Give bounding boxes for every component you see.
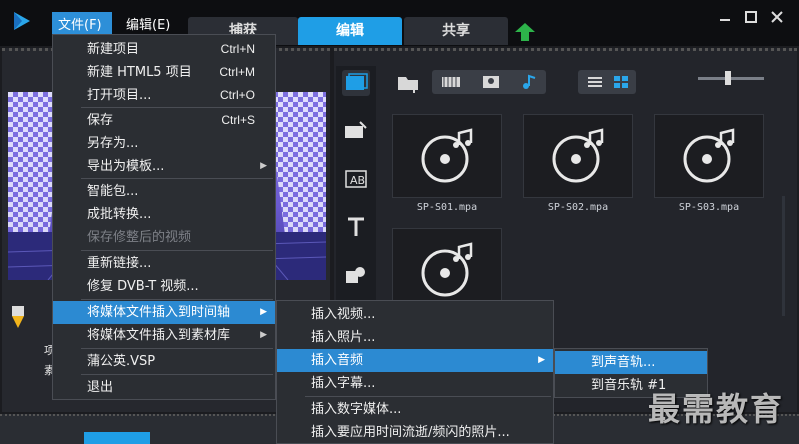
menu-item-batch-convert[interactable]: 成批转换... [53, 203, 275, 226]
menu-item-open-project[interactable]: 打开项目... Ctrl+O [53, 84, 275, 107]
close-icon[interactable] [770, 10, 784, 24]
audio-clip-icon [683, 128, 735, 183]
menu-item-insert-video[interactable]: 插入视频... [277, 303, 553, 326]
media-library-icon[interactable] [342, 70, 370, 96]
file-menu: 新建项目 Ctrl+N 新建 HTML5 项目 Ctrl+M 打开项目... Ctrl… [52, 34, 276, 400]
menu-item-exit[interactable]: 退出 [53, 376, 275, 399]
menu-separator [81, 374, 273, 375]
library-clip[interactable] [392, 114, 502, 198]
menu-item-save-as[interactable]: 另存为... [53, 132, 275, 155]
show-photo-icon[interactable] [478, 72, 504, 92]
clip-label: SP-S03.mpa [678, 202, 740, 213]
graphics-icon[interactable] [342, 262, 370, 288]
menu-item-insert-to-timeline[interactable]: 将媒体文件插入到时间轴 ▶ [53, 301, 275, 324]
menu-item-insert-audio[interactable]: 插入音频 ▶ [277, 349, 553, 372]
menu-item-smart-package[interactable]: 智能包... [53, 180, 275, 203]
menu-separator [305, 396, 551, 397]
menu-item-new-html5-project[interactable]: 新建 HTML5 项目 Ctrl+M [53, 61, 275, 84]
svg-text:AB: AB [350, 174, 365, 187]
insert-timeline-submenu: 插入视频... 插入照片... 插入音频 ▶ 插入字幕... 插入数字媒体... … [276, 300, 554, 444]
menu-item-recent-project[interactable]: 蒲公英.VSP [53, 350, 275, 373]
minimize-icon[interactable] [718, 10, 732, 24]
timeline-view-button[interactable] [84, 432, 150, 444]
clip-label: SP-S01.mpa [416, 202, 478, 213]
tab-edit[interactable]: 编辑 [298, 17, 402, 45]
add-folder-icon[interactable] [396, 72, 422, 94]
clip-label: SP-S02.mpa [547, 202, 609, 213]
menu-item-new-project[interactable]: 新建项目 Ctrl+N [53, 38, 275, 61]
audio-clip-icon [552, 128, 604, 183]
tab-share[interactable]: 共享 [404, 17, 508, 45]
list-view-icon[interactable] [582, 72, 608, 92]
thumbnail-size-slider[interactable] [698, 77, 764, 80]
menu-edit[interactable]: 编辑(E) [120, 12, 180, 34]
menu-item-to-voice-track[interactable]: 到声音轨... [555, 351, 707, 374]
library-clip[interactable] [523, 114, 633, 198]
menu-separator [81, 348, 273, 349]
menu-separator [81, 107, 273, 108]
menu-item-insert-to-library[interactable]: 将媒体文件插入到素材库 ▶ [53, 324, 275, 347]
thumbnail-view-icon[interactable] [608, 72, 634, 92]
maximize-icon[interactable] [744, 10, 758, 24]
corel-play-icon [14, 12, 30, 30]
show-video-icon[interactable] [438, 72, 464, 92]
audio-clip-icon [421, 128, 473, 183]
menu-item-save[interactable]: 保存 Ctrl+S [53, 109, 275, 132]
transition-icon[interactable]: AB [342, 166, 370, 192]
menu-file[interactable]: 文件(F) [52, 12, 112, 34]
menu-separator [81, 178, 273, 179]
menu-item-insert-time-lapse-photo[interactable]: 插入要应用时间流逝/频闪的照片... [277, 421, 553, 444]
menu-item-repair-dvbt[interactable]: 修复 DVB-T 视频... [53, 275, 275, 298]
menu-separator [81, 250, 273, 251]
menu-item-insert-photo[interactable]: 插入照片... [277, 326, 553, 349]
menu-separator [81, 299, 273, 300]
slider-handle[interactable] [725, 71, 731, 85]
title-icon[interactable] [342, 214, 370, 240]
menu-item-insert-digital-media[interactable]: 插入数字媒体... [277, 398, 553, 421]
menu-item-relink[interactable]: 重新链接... [53, 252, 275, 275]
upload-arrow-icon[interactable] [514, 22, 536, 42]
menu-item-save-trimmed-video: 保存修整后的视频 [87, 230, 192, 245]
library-clip[interactable] [654, 114, 764, 198]
menu-item-export-template[interactable]: 导出为模板... ▶ [53, 155, 275, 178]
trim-marker-icon[interactable] [10, 306, 26, 336]
instant-project-icon[interactable] [342, 118, 370, 144]
show-audio-icon[interactable] [516, 72, 542, 92]
watermark: 最需教育 [648, 390, 785, 428]
library-scrollbar[interactable] [782, 196, 785, 316]
menu-item-insert-subtitle[interactable]: 插入字幕... [277, 372, 553, 395]
